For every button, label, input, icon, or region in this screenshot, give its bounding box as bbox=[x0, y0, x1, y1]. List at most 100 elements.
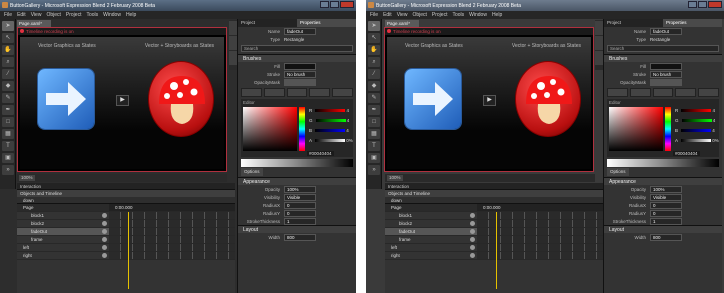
state-selector[interactable]: down bbox=[17, 197, 235, 204]
zoom-level[interactable]: 100% bbox=[19, 175, 35, 181]
search-input[interactable]: Search bbox=[607, 45, 719, 52]
split-tab[interactable] bbox=[595, 51, 603, 65]
tile-brush-icon[interactable] bbox=[309, 88, 331, 97]
menu-edit[interactable]: Edit bbox=[383, 12, 392, 19]
selection-tool-icon[interactable]: ➤ bbox=[368, 21, 380, 31]
eye-icon[interactable] bbox=[470, 213, 475, 218]
eye-icon[interactable] bbox=[470, 253, 475, 258]
saturation-value-picker[interactable] bbox=[609, 107, 663, 151]
menu-tools[interactable]: Tools bbox=[452, 12, 464, 19]
stroke-row[interactable]: Stroke No brush bbox=[604, 70, 722, 78]
menu-file[interactable]: File bbox=[370, 12, 378, 19]
asset-library-icon[interactable]: » bbox=[2, 165, 14, 175]
menu-view[interactable]: View bbox=[31, 12, 42, 19]
play-button[interactable]: ▶ bbox=[483, 95, 496, 106]
eye-icon[interactable] bbox=[102, 221, 107, 226]
visibility-select[interactable]: Visible bbox=[284, 193, 316, 201]
opacitymask-row[interactable]: OpacityMask bbox=[604, 78, 722, 86]
eye-icon[interactable] bbox=[470, 245, 475, 250]
menu-window[interactable]: Window bbox=[103, 12, 121, 19]
name-field[interactable]: fadeOut bbox=[284, 27, 316, 35]
zoom-level[interactable]: 100% bbox=[387, 175, 403, 181]
appearance-section[interactable]: Appearance bbox=[604, 177, 722, 185]
timeline-row-left[interactable]: left bbox=[17, 244, 235, 252]
fill-swatch[interactable] bbox=[284, 62, 316, 70]
eye-icon[interactable] bbox=[102, 253, 107, 258]
radiusx-field[interactable]: 0 bbox=[650, 201, 682, 209]
menu-help[interactable]: Help bbox=[126, 12, 136, 19]
timeline-row-block2[interactable]: block2 bbox=[385, 220, 603, 228]
appearance-section[interactable]: Appearance bbox=[238, 177, 356, 185]
fill-row[interactable]: Fill bbox=[238, 62, 356, 70]
radiusy-field[interactable]: 0 bbox=[284, 209, 316, 217]
arrow-button[interactable] bbox=[405, 69, 461, 129]
channel-g[interactable]: G 4 bbox=[675, 118, 715, 123]
mushroom-button[interactable] bbox=[148, 61, 214, 137]
strokethickness-field[interactable]: 1 bbox=[284, 217, 316, 225]
solid-brush-icon[interactable] bbox=[629, 88, 651, 97]
paint-bucket-tool-icon[interactable]: ◆ bbox=[368, 81, 380, 91]
tab-properties[interactable]: Properties bbox=[297, 19, 356, 27]
menu-file[interactable]: File bbox=[4, 12, 12, 19]
xaml-tab[interactable] bbox=[595, 36, 603, 50]
tab-project[interactable]: Project bbox=[238, 19, 297, 27]
text-tool-icon[interactable]: T bbox=[368, 141, 380, 151]
pen-tool-icon[interactable]: ✒ bbox=[368, 105, 380, 115]
channel-a[interactable]: A 0% bbox=[309, 138, 353, 143]
split-tab[interactable] bbox=[229, 51, 237, 65]
gradient-brush-icon[interactable] bbox=[652, 88, 674, 97]
asset-library-icon[interactable]: » bbox=[368, 165, 380, 175]
search-input[interactable]: Search bbox=[241, 45, 353, 52]
timeline-row-fadeout[interactable]: fadeOut bbox=[17, 228, 235, 236]
rectangle-tool-icon[interactable]: □ bbox=[2, 117, 14, 127]
artboard[interactable]: Vector Graphics as States Vector + Story… bbox=[387, 37, 591, 169]
maximize-button[interactable] bbox=[330, 1, 339, 8]
menu-project[interactable]: Project bbox=[432, 12, 448, 19]
layout-tool-icon[interactable]: ▦ bbox=[2, 129, 14, 139]
zoom-tool-icon[interactable]: ⌕ bbox=[2, 57, 14, 67]
menu-help[interactable]: Help bbox=[492, 12, 502, 19]
opacitymask-swatch[interactable] bbox=[650, 78, 682, 86]
fill-swatch[interactable] bbox=[650, 62, 682, 70]
design-tab[interactable] bbox=[595, 21, 603, 35]
design-surface[interactable]: Timeline recording is on Vector Graphics… bbox=[384, 27, 594, 172]
layout-section[interactable]: Layout bbox=[604, 225, 722, 233]
xaml-tab[interactable] bbox=[229, 36, 237, 50]
brush-transform-tool-icon[interactable]: ✎ bbox=[2, 93, 14, 103]
resource-brush-icon[interactable] bbox=[332, 88, 353, 97]
opacity-field[interactable]: 100% bbox=[284, 185, 316, 193]
menu-object[interactable]: Object bbox=[412, 12, 426, 19]
opacitymask-row[interactable]: OpacityMask bbox=[238, 78, 356, 86]
opacity-field[interactable]: 100% bbox=[650, 185, 682, 193]
width-field[interactable]: 800 bbox=[284, 233, 316, 241]
text-tool-icon[interactable]: T bbox=[2, 141, 14, 151]
state-selector[interactable]: down bbox=[385, 197, 603, 204]
eyedropper-tool-icon[interactable]: ⁄ bbox=[368, 69, 380, 79]
eye-icon[interactable] bbox=[470, 221, 475, 226]
timeline-row-block1[interactable]: block1 bbox=[17, 212, 235, 220]
minimize-button[interactable] bbox=[320, 1, 329, 8]
no-brush-icon[interactable] bbox=[607, 88, 628, 97]
menu-project[interactable]: Project bbox=[66, 12, 82, 19]
arrow-button[interactable] bbox=[38, 69, 94, 129]
timeline-row-block1[interactable]: block1 bbox=[385, 212, 603, 220]
eye-icon[interactable] bbox=[102, 245, 107, 250]
solid-brush-icon[interactable] bbox=[263, 88, 285, 97]
timeline-row-block2[interactable]: block2 bbox=[17, 220, 235, 228]
timeline-row-right[interactable]: right bbox=[17, 252, 235, 260]
menu-view[interactable]: View bbox=[397, 12, 408, 19]
menu-edit[interactable]: Edit bbox=[17, 12, 26, 19]
timeline-root-row[interactable]: Page 0:00.000 bbox=[17, 204, 235, 212]
control-tool-icon[interactable]: ▣ bbox=[2, 153, 14, 163]
radiusy-field[interactable]: 0 bbox=[650, 209, 682, 217]
close-button[interactable] bbox=[708, 1, 722, 8]
options-button[interactable]: Options bbox=[241, 168, 263, 176]
direct-select-tool-icon[interactable]: ↖ bbox=[368, 33, 380, 43]
resource-brush-icon[interactable] bbox=[698, 88, 719, 97]
play-button[interactable]: ▶ bbox=[116, 95, 129, 106]
playhead[interactable] bbox=[128, 212, 129, 289]
timeline-row-fadeout[interactable]: fadeOut bbox=[385, 228, 603, 236]
design-tab[interactable] bbox=[229, 21, 237, 35]
document-tab[interactable]: Page.xaml* bbox=[385, 20, 419, 27]
timeline-root-row[interactable]: Page 0:00.000 bbox=[385, 204, 603, 212]
